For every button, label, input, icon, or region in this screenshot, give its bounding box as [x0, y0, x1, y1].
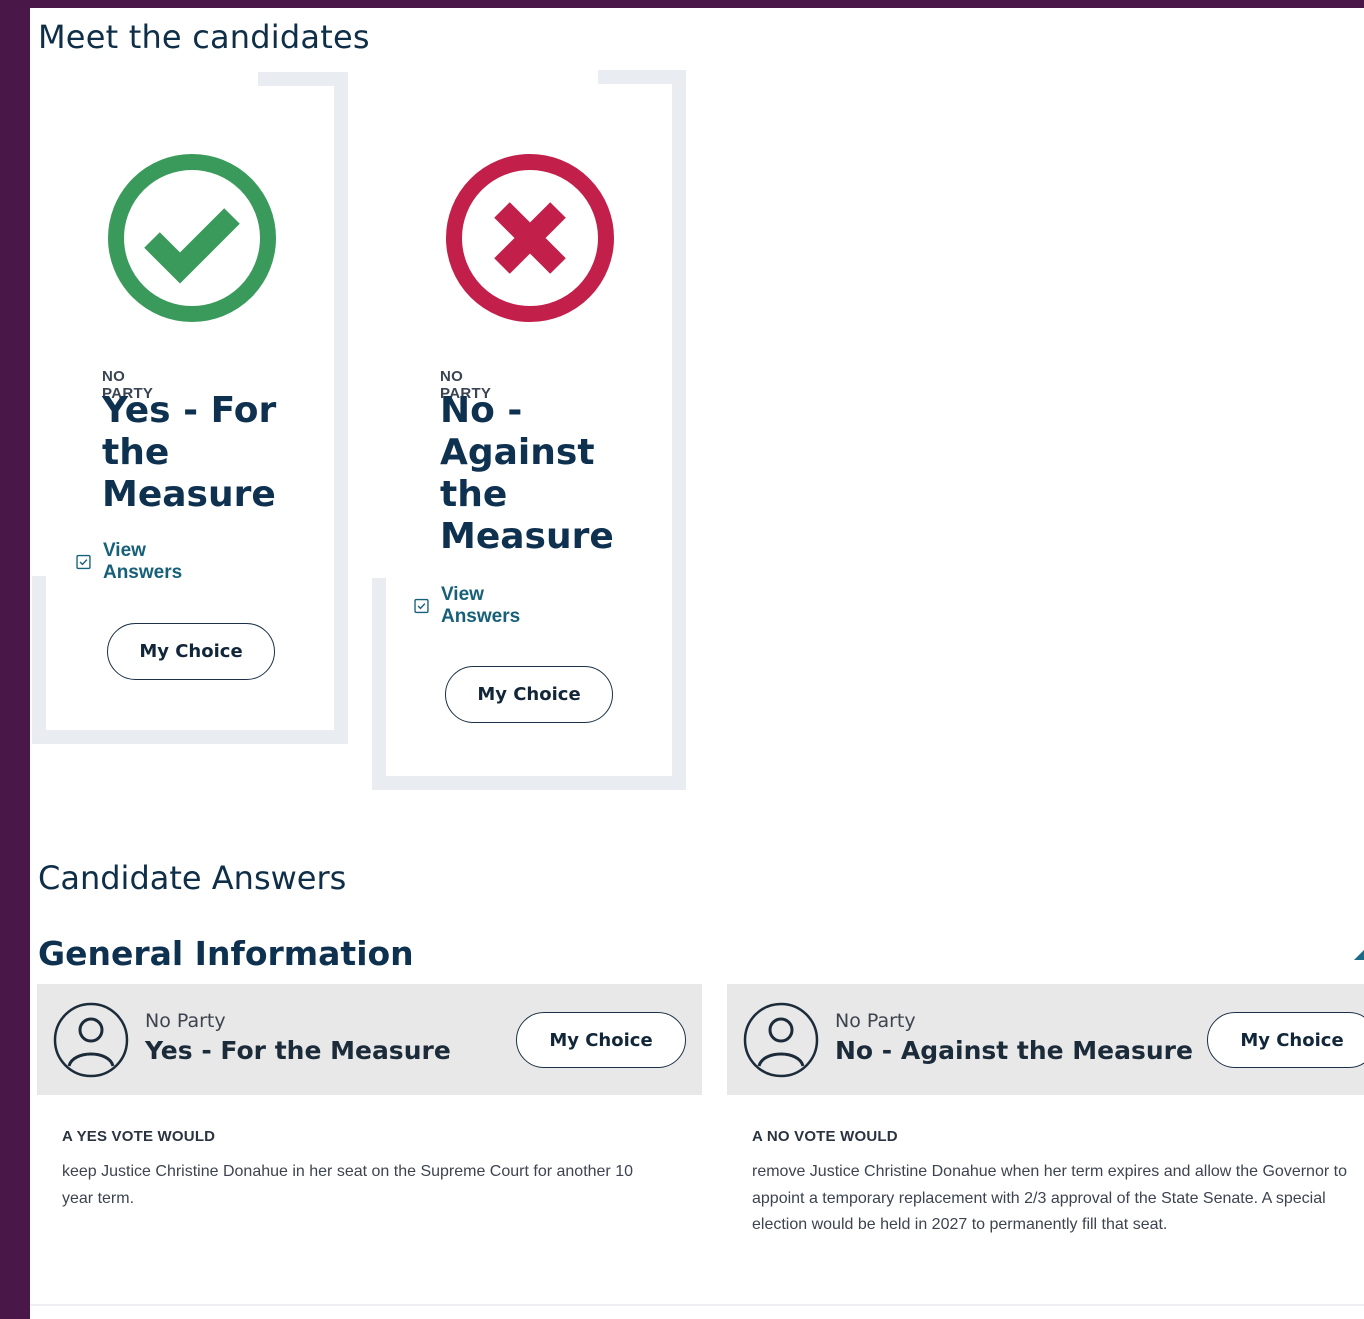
answer-party: No Party: [145, 1010, 226, 1032]
checkbox-icon: [76, 554, 91, 570]
collapse-caret-icon[interactable]: [1354, 950, 1364, 960]
page: Meet the candidates NO PARTY Yes - For t…: [30, 8, 1364, 1319]
answer-text: keep Justice Christine Donahue in her se…: [62, 1163, 633, 1207]
my-choice-button[interactable]: My Choice: [516, 1012, 686, 1068]
checkbox-icon: [414, 598, 429, 614]
question-label: A NO VOTE WOULD: [752, 1128, 898, 1145]
view-answers-label: View Answers: [440, 584, 521, 627]
candidate-name: Yes - For the Measure: [102, 390, 277, 515]
answer-text: remove Justice Christine Donahue when he…: [752, 1163, 1347, 1233]
view-answers-link[interactable]: View Answers: [76, 540, 189, 584]
meet-candidates-heading: Meet the candidates: [38, 18, 370, 56]
candidate-answers-heading: Candidate Answers: [38, 859, 347, 897]
candidate-name: No - Against the Measure: [440, 390, 614, 557]
avatar-icon: [743, 1002, 819, 1078]
my-choice-button[interactable]: My Choice: [1207, 1012, 1364, 1068]
my-choice-button[interactable]: My Choice: [107, 623, 275, 680]
answer-header-yes: No Party Yes - For the Measure My Choice: [37, 984, 702, 1095]
avatar-icon: [53, 1002, 129, 1078]
frame-gap-left: [32, 72, 46, 576]
divider: [30, 1304, 1364, 1306]
answer-party: No Party: [835, 1010, 916, 1032]
frame-gap-top: [32, 72, 258, 86]
my-choice-button[interactable]: My Choice: [445, 666, 613, 723]
answer-candidate-name: No - Against the Measure: [835, 1036, 1193, 1065]
section-heading-general-information: General Information: [38, 934, 414, 973]
frame-gap-top: [372, 70, 598, 84]
frame-gap-left: [372, 70, 386, 578]
view-answers-link[interactable]: View Answers: [414, 584, 527, 628]
question-label: A YES VOTE WOULD: [62, 1128, 216, 1145]
answer-header-no: No Party No - Against the Measure My Cho…: [727, 984, 1364, 1095]
view-answers-label: View Answers: [102, 540, 183, 583]
answer-candidate-name: Yes - For the Measure: [145, 1036, 451, 1065]
check-circle-icon: [106, 152, 278, 324]
x-circle-icon: [444, 152, 616, 324]
